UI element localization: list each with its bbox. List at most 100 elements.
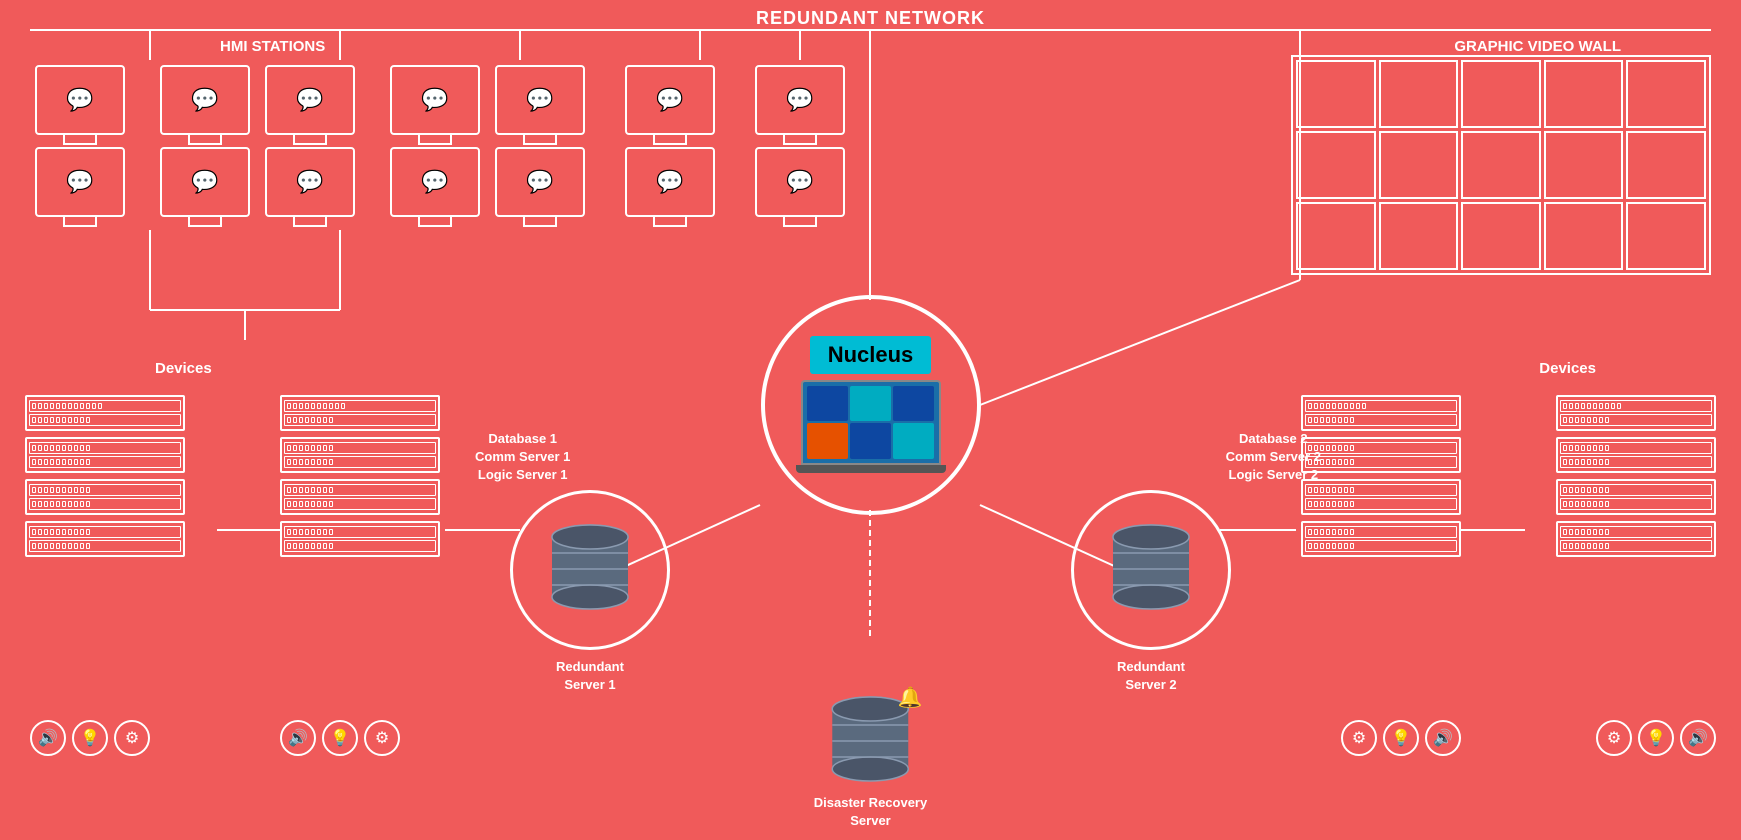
left-icons-2: 🔊 💡 ⚙ — [280, 720, 400, 756]
rack-r8 — [1556, 521, 1716, 557]
redundant-server1-circle — [510, 490, 670, 650]
gvw-label: GRAPHIC VIDEO WALL — [1454, 38, 1621, 55]
wall-cell-7 — [1379, 131, 1459, 199]
rack-unit — [284, 540, 436, 552]
laptop-screen — [801, 380, 941, 465]
wall-cell-1 — [1296, 60, 1376, 128]
monitor-3: 💬 — [160, 65, 250, 135]
monitor-6: 💬 — [265, 147, 355, 217]
rack-r7 — [1556, 479, 1716, 515]
nucleus-area: Nucleus — [761, 295, 981, 515]
hmi-group-7: 💬 💬 — [755, 65, 845, 217]
bulb-icon-r1: 💡 — [1383, 720, 1419, 756]
dr-server-db: 🔔 — [831, 695, 911, 790]
right-icons-1: ⚙ 💡 🔊 — [1341, 720, 1461, 756]
devices-left-label: Devices — [155, 360, 212, 377]
rack-unit — [284, 526, 436, 538]
hmi-group-1: 💬 💬 — [35, 65, 125, 217]
rack-r2 — [1301, 437, 1461, 473]
rack-r1 — [1301, 395, 1461, 431]
hmi-group-4: 💬 💬 — [390, 65, 480, 217]
db1-area: RedundantServer 1 — [510, 490, 670, 694]
rack-l3 — [25, 479, 185, 515]
hmi-group-2: 💬 💬 — [160, 65, 250, 217]
monitor-7: 💬 — [390, 65, 480, 135]
redundant-server1-label: RedundantServer 1 — [556, 658, 624, 694]
nucleus-badge: Nucleus — [810, 336, 932, 374]
wall-cell-2 — [1379, 60, 1459, 128]
wall-cell-13 — [1461, 202, 1541, 270]
redundant-server2-label: RedundantServer 2 — [1117, 658, 1185, 694]
hmi-group-6: 💬 💬 — [625, 65, 715, 217]
left-rack-group-1 — [25, 395, 185, 557]
wall-cell-5 — [1626, 60, 1706, 128]
rack-unit — [284, 484, 436, 496]
speaker-icon-r1: 🔊 — [1425, 720, 1461, 756]
alert-icon: 🔔 — [898, 685, 923, 710]
rack-unit — [284, 400, 436, 412]
right-icons-2: ⚙ 💡 🔊 — [1596, 720, 1716, 756]
rack-unit — [284, 456, 436, 468]
rack-unit — [284, 414, 436, 426]
rack-unit — [29, 484, 181, 496]
hmi-group-3: 💬 💬 — [265, 65, 355, 217]
rack-unit — [29, 540, 181, 552]
wall-cell-10 — [1626, 131, 1706, 199]
rack-l5 — [280, 395, 440, 431]
speaker-icon-l2: 🔊 — [280, 720, 316, 756]
main-container: REDUNDANT NETWORK HMI STATIONS GRAPHIC V… — [0, 0, 1741, 840]
rack-r5 — [1556, 395, 1716, 431]
hmi-label: HMI STATIONS — [220, 38, 325, 55]
wall-cell-6 — [1296, 131, 1376, 199]
monitor-1: 💬 — [35, 65, 125, 135]
rack-l4 — [25, 521, 185, 557]
laptop — [801, 380, 941, 475]
wall-cell-3 — [1461, 60, 1541, 128]
server1-label: Database 1 Comm Server 1 Logic Server 1 — [475, 430, 570, 485]
monitor-5: 💬 — [265, 65, 355, 135]
db2-area: RedundantServer 2 — [1071, 490, 1231, 694]
rack-l1 — [25, 395, 185, 431]
left-icons-1: 🔊 💡 ⚙ — [30, 720, 150, 756]
devices-right-label: Devices — [1539, 360, 1596, 377]
bulb-icon-l1: 💡 — [72, 720, 108, 756]
wall-cell-4 — [1544, 60, 1624, 128]
bulb-icon-l2: 💡 — [322, 720, 358, 756]
rack-unit — [29, 456, 181, 468]
speaker-icon-r2: 🔊 — [1680, 720, 1716, 756]
wall-cell-8 — [1461, 131, 1541, 199]
speaker-icon-l1: 🔊 — [30, 720, 66, 756]
dr-server-label: Disaster RecoveryServer — [814, 794, 927, 830]
gear-icon-l2: ⚙ — [364, 720, 400, 756]
rack-unit — [29, 526, 181, 538]
gear-icon-r2: ⚙ — [1596, 720, 1632, 756]
rack-l7 — [280, 479, 440, 515]
rack-unit — [29, 414, 181, 426]
disaster-recovery-area: 🔔 Disaster RecoveryServer — [814, 695, 927, 830]
rack-unit — [29, 498, 181, 510]
gear-icon-r1: ⚙ — [1341, 720, 1377, 756]
monitor-12: 💬 — [625, 147, 715, 217]
wall-cell-14 — [1544, 202, 1624, 270]
wall-cell-11 — [1296, 202, 1376, 270]
database-1 — [550, 523, 630, 618]
wall-cell-12 — [1379, 202, 1459, 270]
rack-unit — [29, 400, 181, 412]
rack-l6 — [280, 437, 440, 473]
monitor-4: 💬 — [160, 147, 250, 217]
laptop-base — [796, 465, 946, 473]
gear-icon-l1: ⚙ — [114, 720, 150, 756]
right-rack-group-1 — [1301, 395, 1461, 557]
rack-unit — [284, 442, 436, 454]
wall-cell-15 — [1626, 202, 1706, 270]
wall-cell-9 — [1544, 131, 1624, 199]
rack-r3 — [1301, 479, 1461, 515]
monitor-14: 💬 — [755, 147, 845, 217]
redundant-server2-circle — [1071, 490, 1231, 650]
monitor-2: 💬 — [35, 147, 125, 217]
rack-unit — [29, 442, 181, 454]
rack-l2 — [25, 437, 185, 473]
graphic-video-wall — [1291, 55, 1711, 275]
rack-l8 — [280, 521, 440, 557]
rack-unit — [284, 498, 436, 510]
